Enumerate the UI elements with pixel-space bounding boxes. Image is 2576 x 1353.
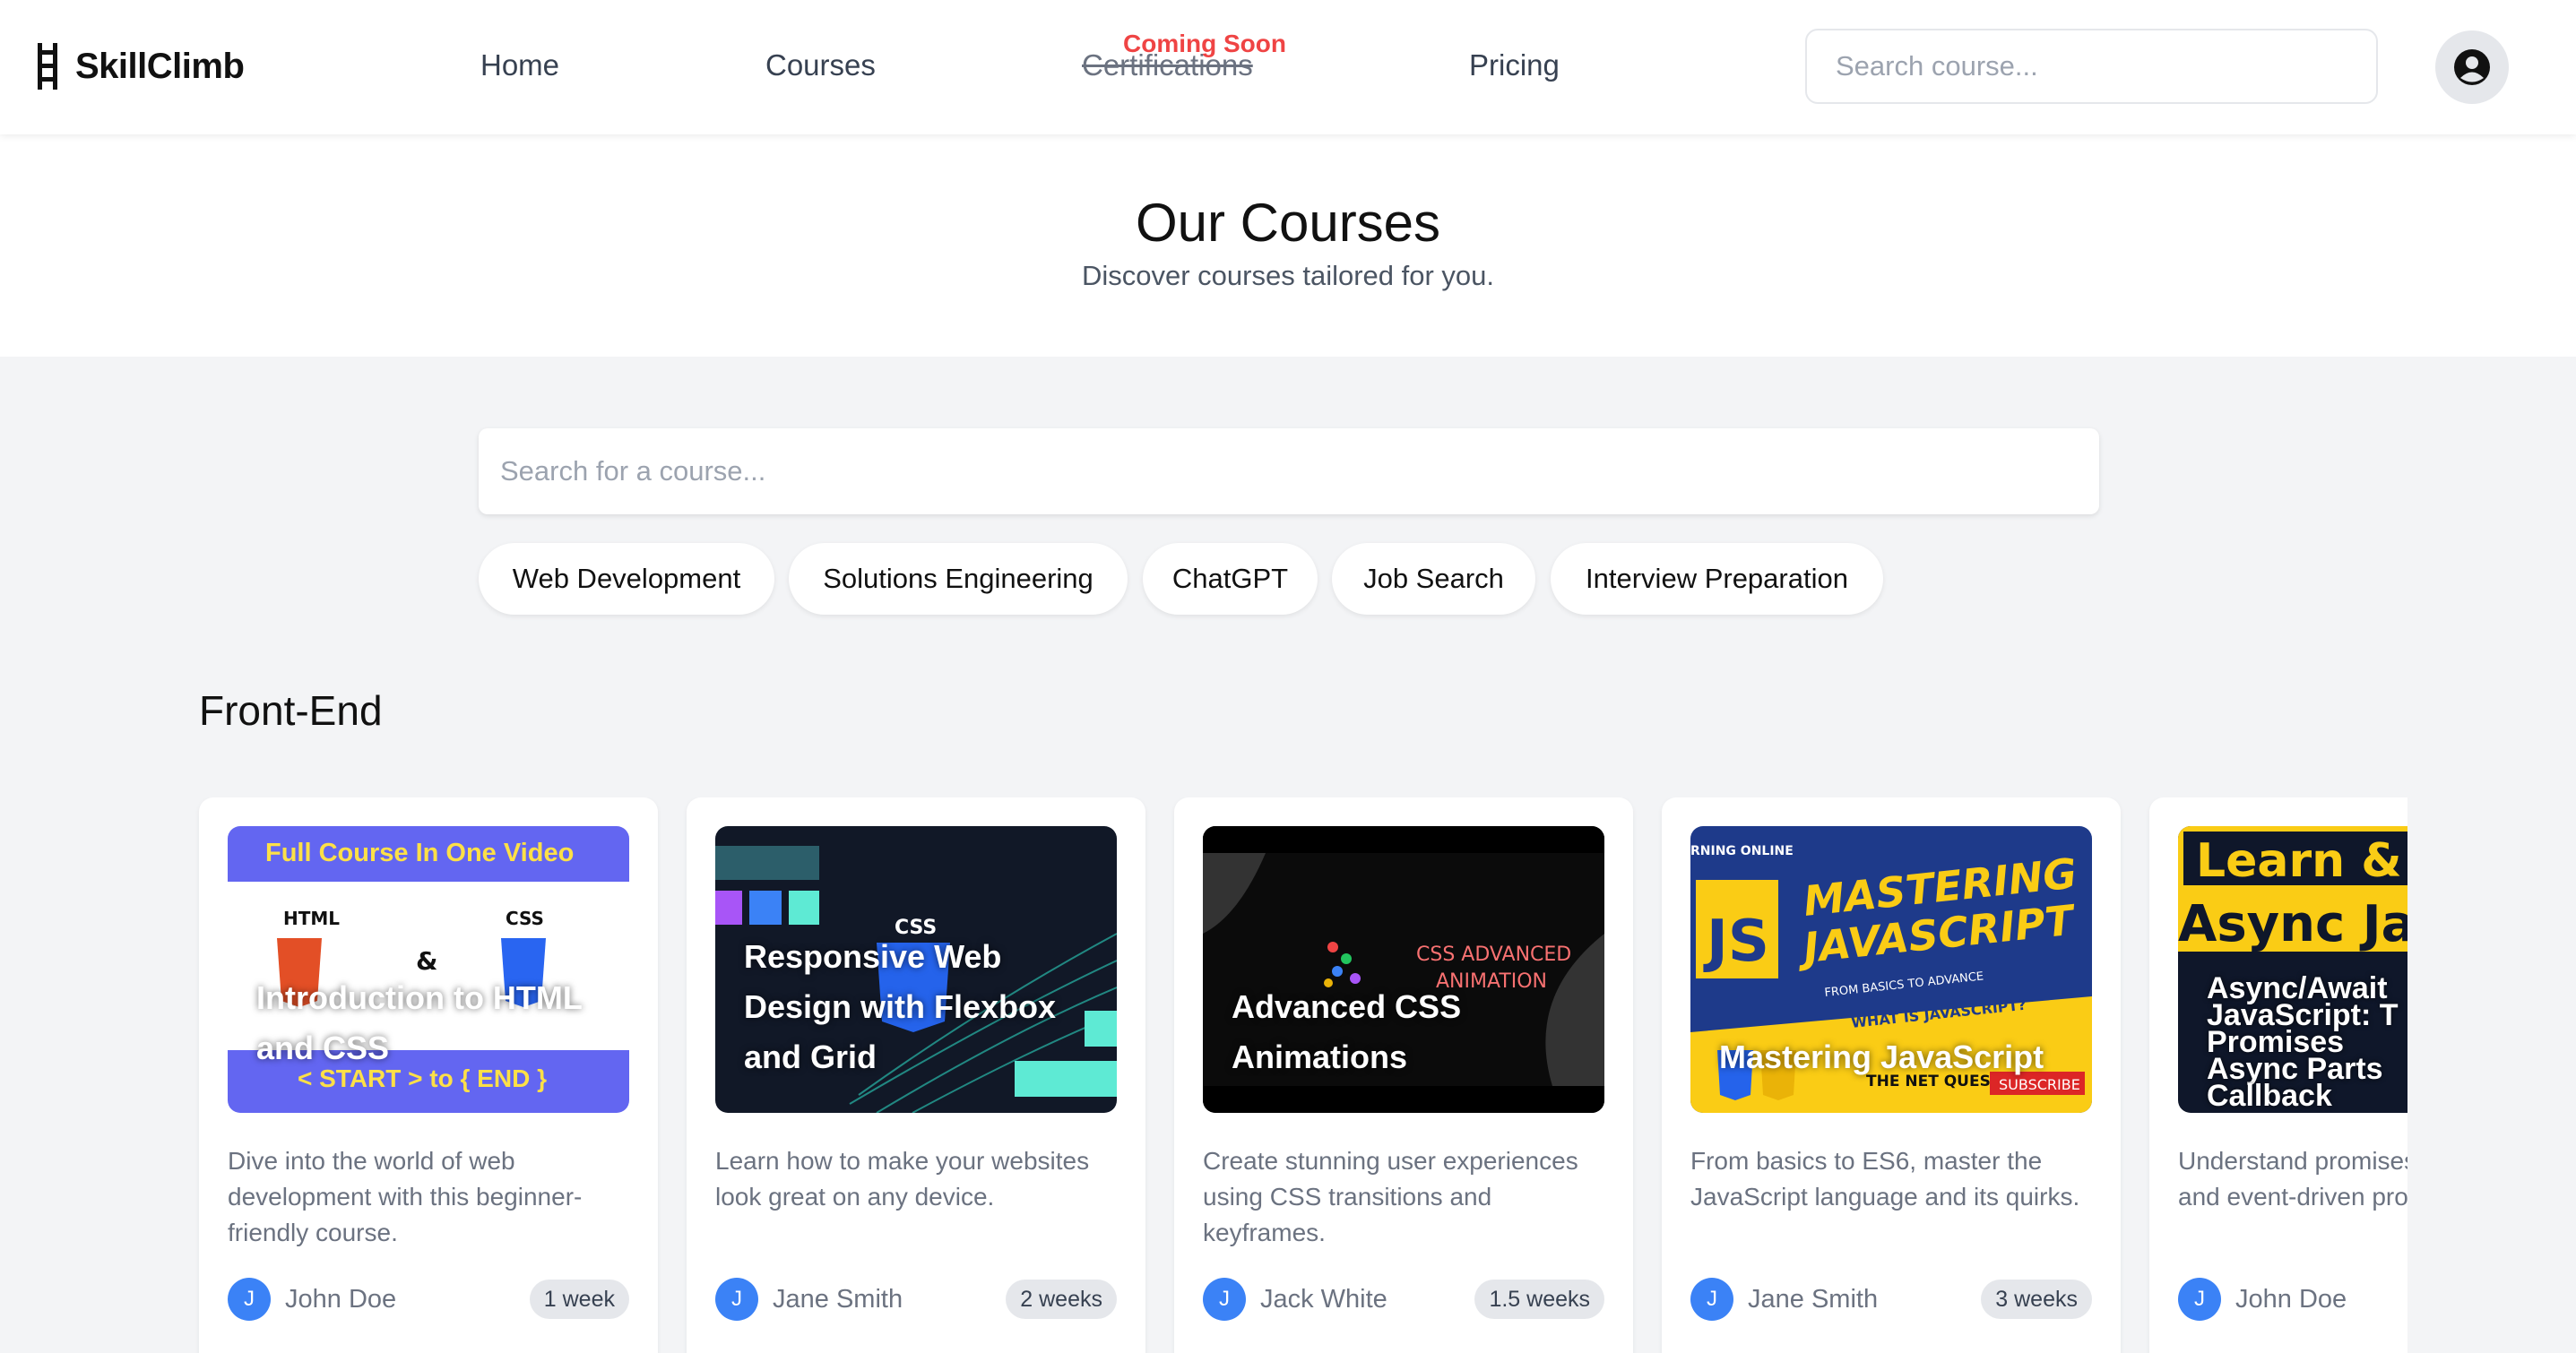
course-title: Introduction to HTML and CSS (256, 979, 583, 1066)
section-title-front-end: Front-End (199, 687, 383, 734)
author-name: John Doe (2235, 1285, 2347, 1314)
course-thumbnail: HTML CSS & Full Course In One Video < ST… (228, 826, 629, 1113)
author-name: John Doe (285, 1285, 397, 1314)
page-subtitle: Discover courses tailored for you. (1081, 260, 1495, 291)
coming-soon-label: Coming Soon (1123, 30, 1286, 57)
user-account-button[interactable] (2435, 30, 2509, 104)
author-avatar: J (2178, 1278, 2221, 1321)
author-avatar: J (228, 1278, 271, 1321)
course-thumbnail: CSS Responsive Web Design with Flexbox a… (715, 826, 1117, 1113)
course-footer: J Jane Smith 2 weeks (715, 1278, 1117, 1321)
thumb-sub-text: FROM BASICS TO ADVANCE (1824, 970, 1984, 1000)
duration-badge: 1 week (529, 1280, 629, 1319)
thumb-amp-text: & (416, 946, 437, 976)
course-thumbnail: JS RNING ONLINE MASTERING JAVASCRIPT FRO… (1690, 826, 2092, 1113)
course-description: Create stunning user experiences using C… (1203, 1147, 1578, 1246)
thumb-css-text: CSS (506, 908, 544, 929)
nav-pricing-link[interactable]: Pricing (1469, 48, 1560, 82)
duration-badge: 1.5 weeks (1474, 1280, 1604, 1319)
course-thumbnail: Learn & M Async Jav Async/Await JavaScri… (2178, 826, 2407, 1113)
category-chip-web-development[interactable]: Web Development (479, 543, 774, 615)
course-card[interactable]: HTML CSS & Full Course In One Video < ST… (199, 797, 658, 1353)
brand-logo[interactable]: SkillClimb (36, 41, 245, 91)
thumb-line2-text: Async Jav (2178, 895, 2407, 953)
course-description: Understand promises, async/await, and ev… (2178, 1147, 2407, 1211)
category-chip-solutions-engineering[interactable]: Solutions Engineering (789, 543, 1128, 615)
course-footer: J John Doe 1 week (228, 1278, 629, 1321)
svg-text:JS: JS (1703, 909, 1769, 975)
course-footer: J Jack White 1.5 weeks (1203, 1278, 1604, 1321)
nav-home-link[interactable]: Home (480, 48, 559, 82)
course-card[interactable]: JS RNING ONLINE MASTERING JAVASCRIPT FRO… (1662, 797, 2121, 1353)
course-title: Advanced CSS Animations (1232, 988, 1462, 1075)
thumb-line1-text: CSS ADVANCED (1416, 944, 1571, 966)
user-circle-icon (2454, 49, 2490, 85)
category-chip-chatgpt[interactable]: ChatGPT (1143, 543, 1318, 615)
hero-section: Our Courses Discover courses tailored fo… (0, 134, 2576, 357)
course-footer: J John Doe (2178, 1278, 2407, 1321)
nav-courses-link[interactable]: Courses (765, 48, 876, 82)
author-name: Jane Smith (1748, 1285, 1879, 1314)
category-chip-job-search[interactable]: Job Search (1332, 543, 1535, 615)
course-footer: J Jane Smith 3 weeks (1690, 1278, 2092, 1321)
author-avatar: J (715, 1278, 758, 1321)
page-title: Our Courses (1135, 193, 1441, 253)
author-name: Jane Smith (773, 1285, 903, 1314)
duration-badge: 2 weeks (1006, 1280, 1117, 1319)
thumb-overlay-line: Callback (2207, 1079, 2332, 1113)
course-description: Learn how to make your websites look gre… (715, 1147, 1090, 1211)
course-description: From basics to ES6, master the JavaScrip… (1690, 1147, 2080, 1211)
thumb-tag-text: RNING ONLINE (1690, 844, 1794, 858)
course-search-input[interactable] (479, 428, 2099, 514)
author-avatar: J (1203, 1278, 1246, 1321)
duration-badge: 3 weeks (1981, 1280, 2092, 1319)
author-name: Jack White (1260, 1285, 1387, 1314)
course-carousel: HTML CSS & Full Course In One Video < ST… (0, 797, 2407, 1353)
thumb-line1-text: Learn & M (2196, 834, 2407, 888)
course-card[interactable]: CSS Responsive Web Design with Flexbox a… (687, 797, 1145, 1353)
navbar: SkillClimb Home Courses Certifications C… (0, 0, 2576, 134)
course-title-overlay: Async/Await JavaScript: T Promises Async… (2207, 973, 2399, 1113)
nav-search-input[interactable] (1805, 29, 2378, 104)
thumb-banner-text: Full Course In One Video (265, 839, 575, 867)
course-description: Dive into the world of web development w… (228, 1147, 583, 1246)
course-card[interactable]: Learn & M Async Jav Async/Await JavaScri… (2149, 797, 2407, 1353)
author-avatar: J (1690, 1278, 1733, 1321)
brand-name: SkillClimb (75, 46, 245, 86)
course-thumbnail: CSS ADVANCED ANIMATION Advanced CSS Anim… (1203, 826, 1604, 1113)
course-title: Mastering JavaScript (1719, 1038, 2044, 1075)
ladder-icon (38, 43, 57, 90)
category-chip-interview-preparation[interactable]: Interview Preparation (1551, 543, 1883, 615)
thumb-html-text: HTML (283, 908, 340, 929)
course-card[interactable]: CSS ADVANCED ANIMATION Advanced CSS Anim… (1174, 797, 1633, 1353)
course-title: Responsive Web Design with Flexbox and G… (744, 938, 1057, 1075)
